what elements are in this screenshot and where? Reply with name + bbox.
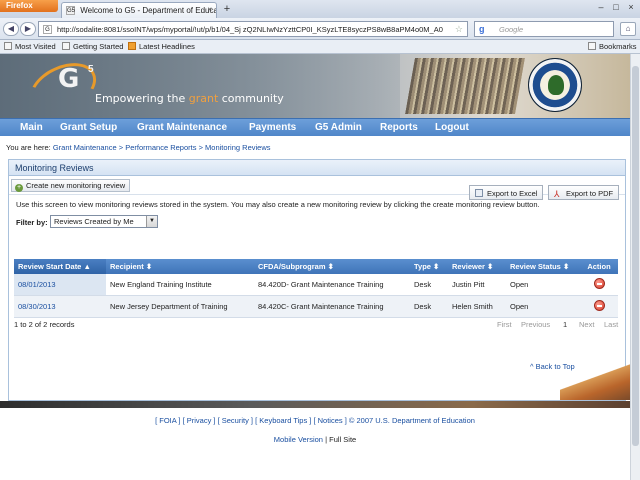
type-cell: Desk (410, 274, 448, 296)
browser-titlebar: Firefox G5 Welcome to G5 - Department of… (0, 0, 640, 18)
delete-icon[interactable] (593, 300, 605, 311)
delete-icon[interactable] (593, 278, 605, 289)
nav-main[interactable]: Main (20, 122, 43, 133)
bookmarks-menu[interactable]: Bookmarks (588, 42, 637, 51)
library-shelves-image (405, 58, 525, 114)
browser-tab[interactable]: G5 Welcome to G5 - Department of Educati… (61, 2, 217, 18)
table-row: 08/01/2013 New England Training Institut… (14, 274, 618, 296)
record-count: 1 to 2 of 2 records (14, 320, 75, 329)
type-cell: Desk (410, 295, 448, 318)
bookmark-latest-headlines[interactable]: Latest Headlines (128, 42, 195, 51)
footer-bar (0, 401, 630, 408)
footer-links[interactable]: [ FOIA ] [ Privacy ] [ Security ] [ Keyb… (0, 416, 630, 425)
status-cell: Open (506, 295, 580, 318)
mobile-version-link[interactable]: Mobile Version (274, 435, 323, 444)
tab-title: Welcome to G5 - Department of Educati... (80, 6, 217, 15)
back-to-top-link[interactable]: ^ Back to Top (530, 362, 575, 371)
pager-first[interactable]: First (497, 320, 512, 329)
close-tab-icon[interactable]: × (207, 5, 212, 14)
pager-previous[interactable]: Previous (521, 320, 550, 329)
export-excel-button[interactable]: Export to Excel (469, 185, 544, 200)
tagline: Empowering the grant community (95, 92, 284, 105)
browser-navbar: ◀ ▶ G http://sodalite:8081/ssoINT/wps/my… (0, 18, 640, 40)
filter-select[interactable]: Reviews Created by Me ▼ (50, 215, 158, 228)
site-favicon-icon: G (43, 25, 52, 34)
col-reviewer[interactable]: Reviewer ⬍ (448, 259, 506, 274)
g5-logo-sup: 5 (88, 64, 94, 75)
recipient-cell: New Jersey Department of Training (106, 295, 254, 318)
col-action: Action (580, 259, 618, 274)
reviewer-cell: Helen Smith (448, 295, 506, 318)
panel-title: Monitoring Reviews (9, 160, 625, 176)
review-date-link[interactable]: 08/30/2013 (18, 302, 56, 311)
maximize-icon[interactable]: □ (609, 2, 623, 14)
monitoring-reviews-table: Review Start Date ▲ Recipient ⬍ CFDA/Sub… (14, 259, 618, 318)
bookmarks-toolbar: Most Visited Getting Started Latest Head… (0, 40, 640, 54)
reviewer-cell: Justin Pitt (448, 274, 506, 296)
table-header-row: Review Start Date ▲ Recipient ⬍ CFDA/Sub… (14, 259, 618, 274)
pager-current: 1 (563, 320, 568, 329)
col-recipient[interactable]: Recipient ⬍ (106, 259, 254, 274)
main-nav: Main Grant Setup Grant Maintenance Payme… (0, 118, 630, 136)
header-banner: G 5 Empowering the grant community (0, 54, 630, 123)
new-tab-button[interactable]: + (220, 3, 234, 16)
scrollbar-thumb[interactable] (632, 66, 639, 446)
export-pdf-button[interactable]: ⅄ Export to PDF (548, 185, 620, 200)
back-arrow-icon[interactable]: ◀ (3, 22, 19, 36)
table-row: 08/30/2013 New Jersey Department of Trai… (14, 295, 618, 318)
firefox-menu-button[interactable]: Firefox (0, 0, 58, 12)
dropdown-arrow-icon: ▼ (146, 216, 157, 227)
bookmark-most-visited[interactable]: Most Visited (4, 42, 56, 51)
breadcrumb-performance-reports[interactable]: Performance Reports (125, 143, 196, 152)
recipient-cell: New England Training Institute (106, 274, 254, 296)
col-type[interactable]: Type ⬍ (410, 259, 448, 274)
g5-favicon-icon: G5 (66, 6, 76, 16)
home-icon[interactable]: ⌂ (620, 22, 636, 36)
review-date-link[interactable]: 08/01/2013 (18, 280, 56, 289)
excel-icon (475, 189, 483, 197)
pager-next[interactable]: Next (579, 320, 594, 329)
search-placeholder: Google (499, 25, 524, 34)
cfda-cell: 84.420C- Grant Maintenance Training (254, 295, 410, 318)
page-icon (62, 42, 70, 50)
page-scrollbar[interactable] (630, 54, 640, 480)
google-icon: g (479, 24, 485, 34)
status-cell: Open (506, 274, 580, 296)
bookmarks-icon (588, 42, 596, 50)
nav-g5-admin[interactable]: G5 Admin (315, 122, 362, 133)
bookmark-folder-icon (4, 42, 12, 50)
breadcrumb-grant-maintenance[interactable]: Grant Maintenance (53, 143, 117, 152)
bookmark-getting-started[interactable]: Getting Started (62, 42, 123, 51)
breadcrumb-monitoring-reviews[interactable]: Monitoring Reviews (205, 143, 270, 152)
g5-logo: G (58, 64, 80, 94)
cfda-cell: 84.420D- Grant Maintenance Training (254, 274, 410, 296)
nav-payments[interactable]: Payments (249, 122, 296, 133)
forward-arrow-icon[interactable]: ▶ (20, 22, 36, 36)
col-review-status[interactable]: Review Status ⬍ (506, 259, 580, 274)
address-bar[interactable]: G http://sodalite:8081/ssoINT/wps/myport… (38, 21, 468, 37)
department-seal-icon (528, 58, 582, 112)
pager-last[interactable]: Last (604, 320, 618, 329)
col-cfda-subprogram[interactable]: CFDA/Subprogram ⬍ (254, 259, 410, 274)
bookmark-star-icon[interactable]: ☆ (455, 24, 463, 35)
rss-icon (128, 42, 136, 50)
minimize-icon[interactable]: – (594, 2, 608, 14)
footer-site-links: Mobile Version | Full Site (273, 435, 357, 444)
pdf-icon: ⅄ (554, 189, 560, 199)
nav-grant-setup[interactable]: Grant Setup (60, 122, 117, 133)
nav-logout[interactable]: Logout (435, 122, 469, 133)
search-input[interactable]: g Google (474, 21, 614, 37)
add-icon: + (15, 184, 23, 192)
panel-description: Use this screen to view monitoring revie… (16, 200, 540, 209)
breadcrumb: You are here: Grant Maintenance > Perfor… (6, 143, 271, 152)
create-monitoring-review-button[interactable]: + Create new monitoring review (11, 179, 131, 192)
nav-reports[interactable]: Reports (380, 122, 418, 133)
address-url: http://sodalite:8081/ssoINT/wps/myportal… (57, 25, 443, 34)
filter-label: Filter by: (16, 218, 48, 227)
nav-grant-maintenance[interactable]: Grant Maintenance (137, 122, 227, 133)
close-window-icon[interactable]: × (624, 2, 638, 14)
col-review-start-date[interactable]: Review Start Date ▲ (14, 259, 106, 274)
full-site-label: Full Site (329, 435, 357, 444)
